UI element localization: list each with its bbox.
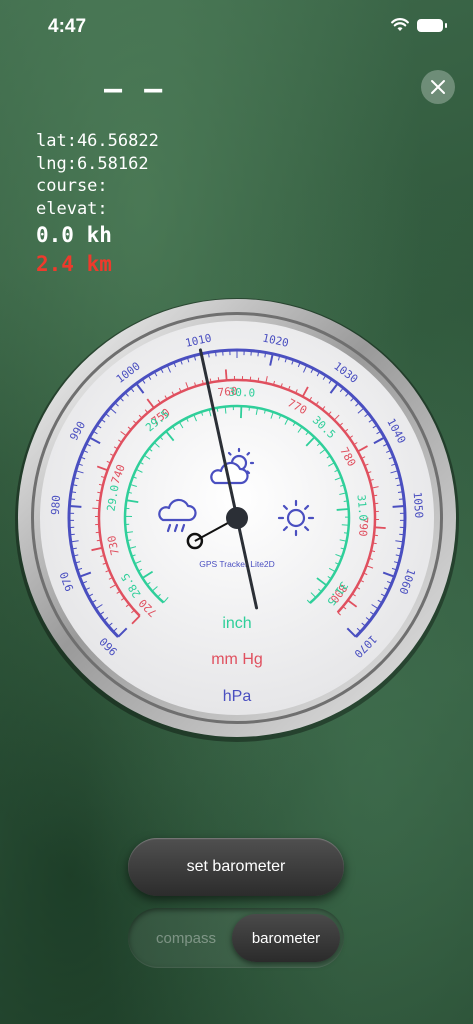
mmhg-tick	[373, 494, 378, 497]
unit-inch-label: inch	[222, 615, 251, 632]
close-button[interactable]	[421, 70, 455, 104]
gps-info: lat:46.56822 lng:6.58162 course: elevat:…	[36, 130, 159, 278]
unit-hpa-label: hPa	[223, 688, 252, 705]
hpa-tick	[392, 505, 405, 508]
unit-mmhg-label: mm Hg	[211, 651, 263, 668]
inch-tick	[216, 407, 219, 412]
hpa-tick-label: 980	[49, 495, 63, 516]
status-time: 4:47	[48, 16, 87, 37]
wifi-icon	[391, 18, 409, 31]
mmhg-tick	[217, 377, 220, 382]
distance-text: 2.4 km	[36, 252, 112, 276]
course-text: course:	[36, 176, 108, 196]
heading-dash: — —	[104, 72, 165, 107]
inch-tick	[336, 508, 349, 511]
mmhg-tick	[224, 369, 228, 381]
latitude-text: lat:46.56822	[36, 131, 159, 151]
mmhg-tick	[372, 542, 377, 545]
inch-tick-label: 31.0	[355, 494, 370, 521]
set-barometer-button[interactable]: set barometer	[128, 838, 344, 896]
speed-text: 0.0 kh	[36, 223, 112, 247]
compass-segment[interactable]: compass	[136, 916, 236, 960]
brand-text: GPS Tracker Lite2D	[199, 559, 275, 569]
inch-tick	[343, 500, 348, 503]
mmhg-tick	[374, 526, 386, 529]
mmhg-tick	[96, 539, 101, 542]
close-icon	[431, 80, 445, 94]
status-icons	[391, 18, 447, 32]
hpa-tick	[398, 498, 404, 500]
mode-segmented-control: compass barometer	[128, 908, 344, 968]
elevation-text: elevat:	[36, 198, 108, 219]
hpa-tick	[257, 351, 260, 357]
hpa-tick	[214, 351, 217, 357]
inch-tick-label: 30.0	[228, 386, 255, 400]
hpa-tick	[69, 505, 82, 508]
barometer-segment[interactable]: barometer	[232, 914, 340, 962]
hpa-tick	[70, 498, 76, 500]
mmhg-tick	[257, 377, 260, 382]
battery-icon	[417, 18, 447, 32]
longitude-text: lng:6.58162	[36, 153, 149, 174]
needle-hub	[226, 507, 248, 529]
hpa-tick-label: 1050	[411, 491, 426, 518]
inch-tick	[343, 532, 349, 534]
status-bar: 4:47	[0, 0, 473, 52]
mmhg-tick	[97, 491, 102, 494]
barometer-gauge: 96097098099010001010 10201030104010501060…	[15, 298, 459, 742]
